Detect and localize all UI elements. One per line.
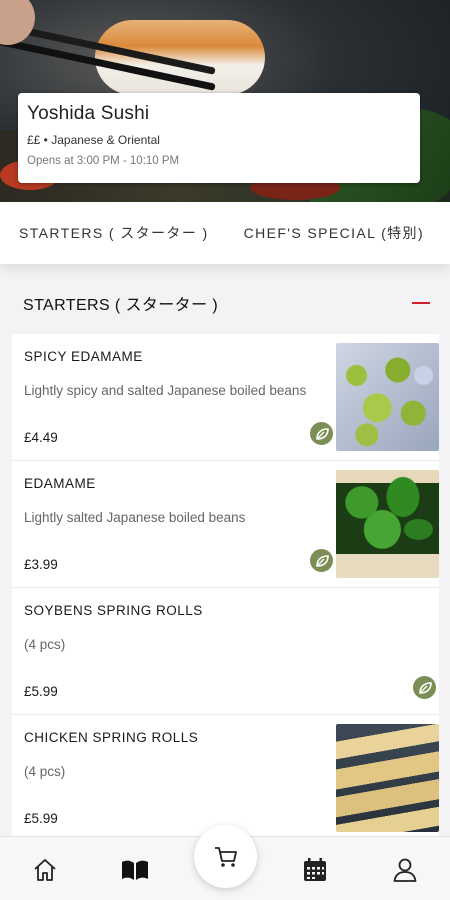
item-title: SPICY EDAMAME	[24, 349, 143, 364]
nav-home-button[interactable]	[29, 854, 61, 886]
cart-button[interactable]	[194, 825, 257, 888]
item-description: Lightly salted Japanese boiled beans	[24, 510, 246, 525]
menu-item[interactable]: EDAMAME Lightly salted Japanese boiled b…	[12, 461, 439, 588]
item-photo	[336, 724, 439, 832]
profile-icon	[393, 858, 417, 882]
section-header: STARTERS ( スターター )	[0, 280, 450, 325]
tab-starters[interactable]: STARTERS ( スターター )	[19, 223, 209, 243]
calendar-icon	[304, 858, 326, 881]
menu-item-list[interactable]: SPICY EDAMAME Lightly spicy and salted J…	[12, 334, 439, 836]
menu-item[interactable]: SOYBENS SPRING ROLLS (4 pcs) £5.99	[12, 588, 439, 715]
item-title: SOYBENS SPRING ROLLS	[24, 603, 203, 618]
item-price: £4.49	[24, 430, 58, 445]
item-title: EDAMAME	[24, 476, 96, 491]
category-tabs: STARTERS ( スターター ) CHEF'S SPECIAL (特別) I	[0, 202, 450, 264]
restaurant-meta: ££ • Japanese & Oriental	[27, 133, 160, 147]
menu-item[interactable]: CHICKEN SPRING ROLLS (4 pcs) £5.99	[12, 715, 439, 836]
restaurant-name: Yoshida Sushi	[27, 103, 150, 124]
item-price: £5.99	[24, 684, 58, 699]
cart-icon	[214, 846, 237, 867]
nav-profile-button[interactable]	[389, 854, 421, 886]
item-photo	[336, 470, 439, 578]
item-description: (4 pcs)	[24, 637, 66, 652]
item-description: (4 pcs)	[24, 764, 66, 779]
menu-book-icon	[122, 860, 148, 880]
minus-icon	[412, 301, 430, 304]
tab-chefs-special[interactable]: CHEF'S SPECIAL (特別)	[244, 223, 424, 243]
collapse-section-button[interactable]	[412, 294, 430, 312]
nav-bookings-button[interactable]	[299, 854, 331, 886]
hero-hand	[0, 0, 35, 45]
home-icon	[34, 859, 56, 881]
section-title: STARTERS ( スターター )	[23, 296, 219, 314]
restaurant-hours: Opens at 3:00 PM - 10:10 PM	[27, 155, 180, 167]
item-title: CHICKEN SPRING ROLLS	[24, 730, 199, 745]
item-price: £3.99	[24, 557, 58, 572]
item-photo	[336, 343, 439, 451]
nav-menu-button[interactable]	[119, 854, 151, 886]
item-price: £5.99	[24, 811, 58, 826]
vegetarian-leaf-icon	[308, 420, 335, 447]
menu-item[interactable]: SPICY EDAMAME Lightly spicy and salted J…	[12, 334, 439, 461]
restaurant-info-card: Yoshida Sushi ££ • Japanese & Oriental O…	[18, 93, 420, 183]
vegetarian-leaf-icon	[308, 547, 335, 574]
hero-sushi	[95, 20, 265, 95]
vegetarian-leaf-icon	[411, 674, 438, 701]
item-description: Lightly spicy and salted Japanese boiled…	[24, 383, 307, 398]
